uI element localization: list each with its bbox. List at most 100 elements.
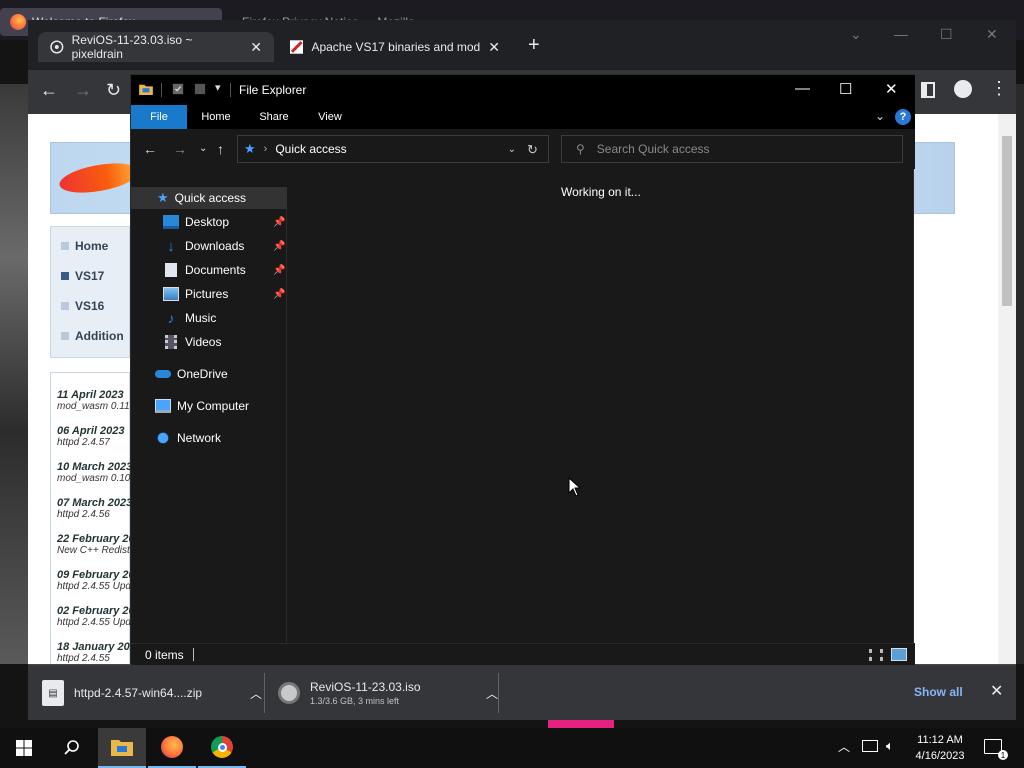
download-item-httpd[interactable]: ▤ httpd-2.4.57-win64....zip ︿ — [42, 673, 262, 713]
chevron-up-icon[interactable]: ︿ — [250, 685, 262, 702]
search-input[interactable] — [596, 142, 877, 156]
news-item: 09 February 2023httpd 2.4.55 Update — [57, 569, 131, 592]
apache-news-list: 11 April 2023 mod_wasm 0.11 06 April 2023… — [50, 372, 131, 672]
pin-icon[interactable]: 📌 — [273, 289, 285, 300]
forward-arrow-icon[interactable]: → — [173, 141, 187, 157]
news-item: 02 February 2023httpd 2.4.55 Update — [57, 605, 131, 628]
maximize-button[interactable]: ☐ — [839, 80, 852, 98]
download-status: 1.3/3.6 GB, 3 mins left — [310, 696, 400, 706]
nav-item-music[interactable]: ♪ Music — [131, 307, 287, 329]
nav-item-my-computer[interactable]: My Computer — [131, 395, 287, 417]
taskbar-file-explorer[interactable] — [98, 728, 146, 768]
news-item: 07 March 2023 httpd 2.4.56 — [57, 497, 131, 520]
divider — [498, 673, 499, 713]
back-arrow-icon[interactable]: ← — [143, 141, 157, 157]
minimize-button[interactable]: — — [795, 80, 810, 97]
expand-ribbon-chevron-icon[interactable]: ⌄ — [875, 109, 885, 123]
chrome-tab-pixeldrain[interactable]: ReviOS-11-23.03.iso ~ pixeldrain ✕ — [38, 32, 274, 62]
search-button[interactable] — [48, 728, 96, 768]
search-icon: ⚲ — [576, 142, 585, 156]
nav-item-documents[interactable]: Documents 📌 — [131, 259, 287, 281]
chevron-down-icon[interactable]: ⌄ — [508, 144, 516, 155]
pin-icon[interactable]: 📌 — [273, 217, 285, 228]
volume-icon[interactable]: 🔈︎ — [886, 738, 894, 754]
star-icon: ★ — [244, 141, 256, 156]
network-icon — [155, 431, 171, 445]
new-folder-icon[interactable] — [193, 83, 207, 95]
taskbar-firefox[interactable] — [148, 728, 196, 768]
divider — [264, 673, 265, 713]
explorer-titlebar[interactable]: ▾ File Explorer — ☐ ✕ — [131, 75, 915, 105]
nav-item-downloads[interactable]: ↓ Downloads 📌 — [131, 235, 287, 257]
item-count: 0 items — [145, 648, 184, 662]
ribbon-tab-file[interactable]: File — [131, 105, 187, 129]
details-view-icon[interactable] — [869, 649, 883, 661]
chevron-up-icon[interactable]: ︿ — [486, 685, 498, 702]
address-bar[interactable]: ★ › Quick access ⌄ — [237, 135, 549, 163]
close-window-button[interactable]: ✕ — [986, 26, 998, 43]
notification-badge: 1 — [998, 750, 1008, 760]
nav-item-network[interactable]: Network — [131, 427, 287, 449]
taskbar-chrome[interactable] — [198, 728, 246, 768]
tab-search-icon[interactable]: ⌄ — [850, 26, 862, 43]
nav-item-pictures[interactable]: Pictures 📌 — [131, 283, 287, 305]
reload-icon[interactable]: ↻ — [106, 80, 121, 101]
apache-nav-menu: Home VS17 VS16 Addition — [50, 226, 130, 358]
background-edge — [1016, 84, 1024, 664]
network-status-icon[interactable] — [862, 740, 878, 752]
show-all-button[interactable]: Show all — [914, 685, 963, 699]
nav-item-onedrive[interactable]: OneDrive — [131, 363, 287, 385]
pin-icon[interactable]: 📌 — [273, 265, 285, 276]
scrollbar-thumb[interactable] — [1002, 136, 1012, 306]
system-clock[interactable]: 11:12 AM 4/16/2023 — [900, 732, 980, 764]
loading-message: Working on it... — [561, 185, 641, 199]
maximize-button[interactable]: ☐ — [940, 26, 953, 43]
file-list-pane[interactable]: Working on it... — [289, 171, 913, 643]
minimize-button[interactable]: — — [894, 26, 908, 42]
nav-item-quick-access[interactable]: ★ Quick access — [131, 187, 287, 209]
recent-locations-chevron-icon[interactable]: ⌄ — [199, 143, 207, 154]
close-icon[interactable]: ✕ — [250, 39, 262, 56]
properties-icon[interactable] — [171, 83, 185, 95]
apache-favicon-icon — [290, 40, 304, 54]
folder-icon — [139, 84, 153, 95]
window-title: File Explorer — [239, 83, 307, 97]
close-window-button[interactable]: ✕ — [885, 80, 898, 98]
ribbon-tab-share[interactable]: Share — [249, 105, 299, 129]
start-button[interactable] — [0, 728, 48, 768]
explorer-status-bar: 0 items — [131, 643, 915, 665]
pin-icon[interactable]: 📌 — [273, 241, 285, 252]
close-icon[interactable]: ✕ — [488, 39, 500, 56]
nav-item-videos[interactable]: Videos — [131, 331, 287, 353]
large-icons-view-icon[interactable] — [891, 648, 907, 661]
help-icon[interactable]: ? — [895, 109, 911, 125]
side-panel-icon[interactable] — [921, 82, 935, 98]
windows-logo-icon — [16, 740, 32, 756]
nav-link-vs16[interactable]: VS16 — [61, 299, 104, 313]
download-item-revios[interactable]: ReviOS-11-23.03.iso 1.3/3.6 GB, 3 mins l… — [278, 673, 498, 713]
close-icon[interactable]: ✕ — [990, 681, 1003, 701]
ribbon-tab-view[interactable]: View — [305, 105, 355, 129]
menu-kebab-icon[interactable]: ⋮ — [990, 78, 1008, 99]
customize-toolbar-icon[interactable]: ▾ — [215, 81, 221, 94]
profile-avatar-icon[interactable] — [954, 80, 972, 98]
chrome-tab-apache[interactable]: Apache VS17 binaries and modul ✕ — [278, 32, 512, 62]
nav-link-vs17[interactable]: VS17 — [61, 269, 104, 283]
ribbon-tab-home[interactable]: Home — [191, 105, 241, 129]
address-text: Quick access — [275, 142, 347, 156]
nav-item-desktop[interactable]: Desktop 📌 — [131, 211, 287, 233]
up-arrow-icon[interactable]: ↑ — [217, 141, 224, 157]
back-arrow-icon[interactable]: ← — [40, 80, 58, 101]
nav-link-home[interactable]: Home — [61, 239, 108, 253]
refresh-icon[interactable]: ↻ — [527, 142, 538, 158]
forward-arrow-icon[interactable]: → — [74, 80, 92, 101]
new-tab-button[interactable]: + — [528, 34, 540, 57]
videos-icon — [165, 335, 177, 349]
search-box[interactable]: ⚲ — [561, 135, 903, 163]
documents-icon — [165, 263, 177, 277]
pictures-icon — [163, 287, 179, 301]
nav-link-additional[interactable]: Addition — [61, 329, 124, 343]
page-scrollbar[interactable] — [998, 114, 1016, 664]
pixeldrain-favicon-icon — [50, 40, 64, 54]
system-tray-chevron-icon[interactable]: ︿ — [838, 738, 850, 755]
